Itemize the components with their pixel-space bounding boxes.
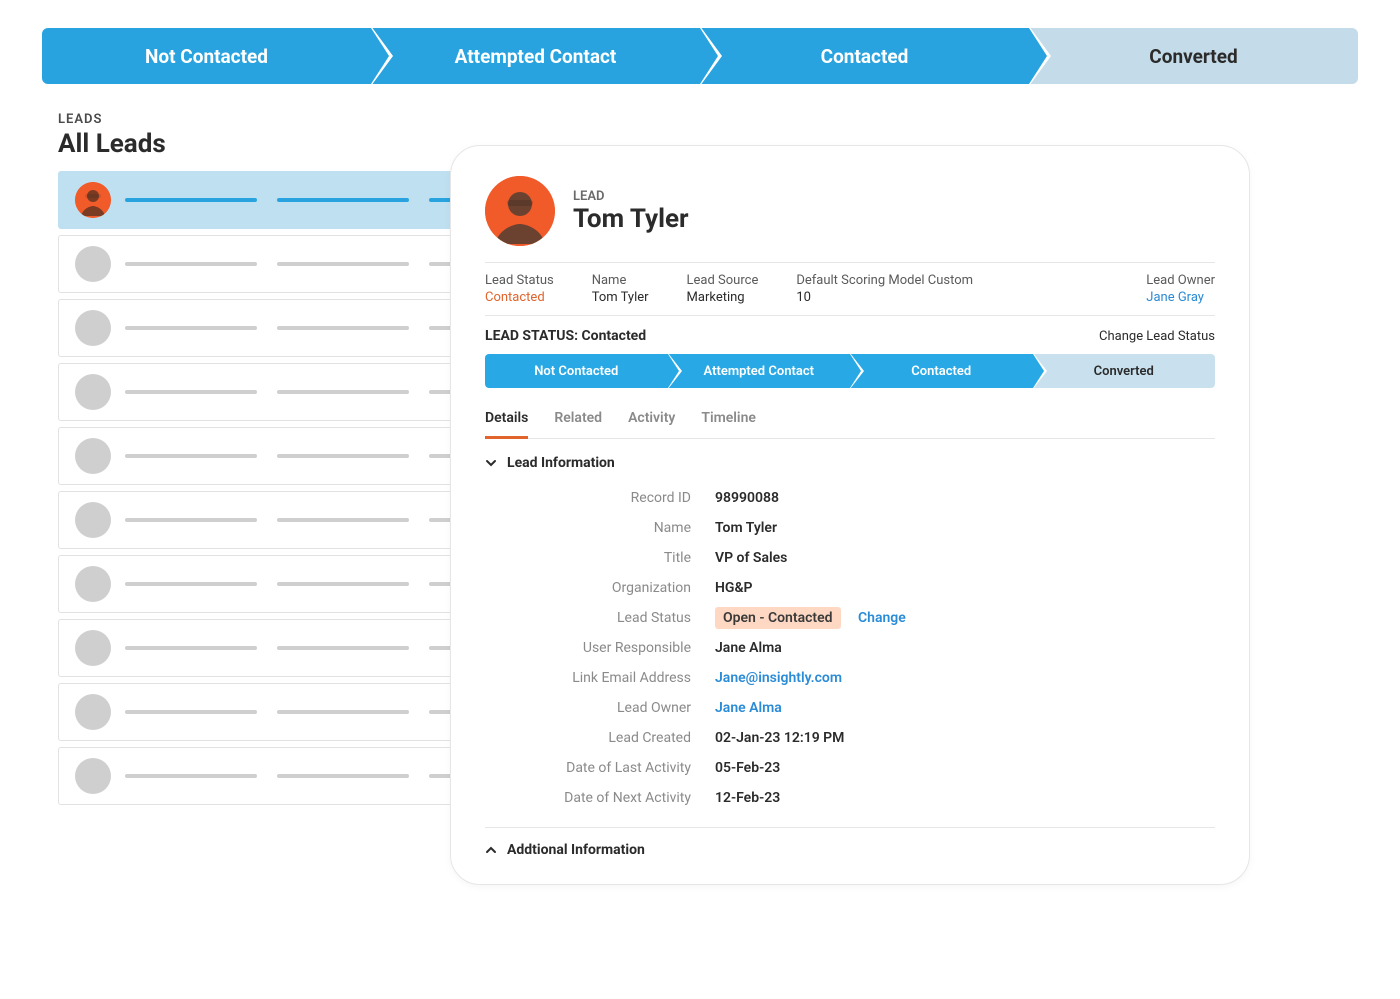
card-lead-name: Tom Tyler bbox=[573, 204, 689, 234]
field-label-name: Name bbox=[485, 520, 715, 536]
field-label-email: Link Email Address bbox=[485, 670, 715, 686]
chevron-up-icon bbox=[485, 844, 497, 856]
summary-source-value: Marketing bbox=[687, 290, 759, 305]
field-label-record-id: Record ID bbox=[485, 490, 715, 506]
change-lead-status-link[interactable]: Change Lead Status bbox=[1099, 329, 1215, 344]
tabs: Details Related Activity Timeline bbox=[485, 404, 1215, 439]
avatar-placeholder bbox=[75, 502, 111, 538]
summary-scoring-label: Default Scoring Model Custom bbox=[796, 273, 973, 288]
avatar-placeholder bbox=[75, 758, 111, 794]
summary-lead-status-label: Lead Status bbox=[485, 273, 554, 288]
change-status-link[interactable]: Change bbox=[858, 610, 906, 626]
field-value-owner[interactable]: Jane Alma bbox=[715, 700, 782, 716]
avatar-placeholder bbox=[75, 246, 111, 282]
summary-scoring-value: 10 bbox=[796, 290, 973, 305]
field-label-created: Lead Created bbox=[485, 730, 715, 746]
mini-step-contacted[interactable]: Contacted bbox=[850, 354, 1033, 388]
divider bbox=[485, 827, 1215, 828]
avatar-placeholder bbox=[75, 438, 111, 474]
mini-step-not-contacted[interactable]: Not Contacted bbox=[485, 354, 668, 388]
avatar-placeholder bbox=[75, 630, 111, 666]
tab-activity[interactable]: Activity bbox=[628, 404, 675, 438]
card-eyebrow: LEAD bbox=[573, 189, 689, 204]
summary-owner-label: Lead Owner bbox=[1146, 273, 1215, 288]
field-value-organization: HG&P bbox=[715, 580, 753, 596]
pipeline-step-attempted[interactable]: Attempted Contact bbox=[371, 28, 700, 84]
field-label-next-activity: Date of Next Activity bbox=[485, 790, 715, 806]
card-header: LEAD Tom Tyler bbox=[485, 176, 1215, 246]
section-additional-information[interactable]: Addtional Information bbox=[485, 842, 1215, 862]
section-additional-information-label: Addtional Information bbox=[507, 842, 645, 858]
lead-detail-card: LEAD Tom Tyler Lead Status Contacted Nam… bbox=[450, 145, 1250, 885]
field-label-last-activity: Date of Last Activity bbox=[485, 760, 715, 776]
field-value-last-activity: 05-Feb-23 bbox=[715, 760, 780, 776]
summary-lead-status-value: Contacted bbox=[485, 290, 554, 305]
field-label-owner: Lead Owner bbox=[485, 700, 715, 716]
field-value-created: 02-Jan-23 12:19 PM bbox=[715, 730, 844, 746]
section-lead-information-label: Lead Information bbox=[507, 455, 615, 471]
mini-step-attempted[interactable]: Attempted Contact bbox=[668, 354, 851, 388]
field-value-lead-status: Open - Contacted Change bbox=[715, 610, 906, 626]
avatar-placeholder bbox=[75, 374, 111, 410]
chevron-down-icon bbox=[485, 457, 497, 469]
summary-name-value: Tom Tyler bbox=[592, 290, 649, 305]
field-value-name: Tom Tyler bbox=[715, 520, 777, 536]
mini-pipeline: Not Contacted Attempted Contact Contacte… bbox=[485, 354, 1215, 388]
avatar bbox=[75, 182, 111, 218]
field-value-title: VP of Sales bbox=[715, 550, 787, 566]
leads-eyebrow: LEADS bbox=[58, 112, 578, 127]
lead-status-heading: LEAD STATUS: Contacted bbox=[485, 328, 646, 344]
tab-timeline[interactable]: Timeline bbox=[701, 404, 756, 438]
avatar-placeholder bbox=[75, 310, 111, 346]
section-lead-information[interactable]: Lead Information bbox=[485, 455, 1215, 471]
field-value-email[interactable]: Jane@insightly.com bbox=[715, 670, 842, 686]
avatar bbox=[485, 176, 555, 246]
summary-name-label: Name bbox=[592, 273, 649, 288]
summary-row: Lead Status Contacted Name Tom Tyler Lea… bbox=[485, 262, 1215, 315]
pipeline-step-contacted[interactable]: Contacted bbox=[700, 28, 1029, 84]
summary-source-label: Lead Source bbox=[687, 273, 759, 288]
field-label-title: Title bbox=[485, 550, 715, 566]
tab-details[interactable]: Details bbox=[485, 404, 528, 439]
pipeline-step-not-contacted[interactable]: Not Contacted bbox=[42, 28, 371, 84]
summary-owner-value[interactable]: Jane Gray bbox=[1146, 290, 1215, 305]
field-value-record-id: 98990088 bbox=[715, 490, 779, 506]
mini-step-converted[interactable]: Converted bbox=[1033, 354, 1216, 388]
field-label-user-responsible: User Responsible bbox=[485, 640, 715, 656]
pipeline-step-converted[interactable]: Converted bbox=[1029, 28, 1358, 84]
pipeline-global: Not Contacted Attempted Contact Contacte… bbox=[42, 28, 1358, 84]
status-row: LEAD STATUS: Contacted Change Lead Statu… bbox=[485, 315, 1215, 354]
field-value-user-responsible: Jane Alma bbox=[715, 640, 782, 656]
status-badge: Open - Contacted bbox=[715, 607, 841, 629]
tab-related[interactable]: Related bbox=[554, 404, 602, 438]
lead-info-table: Record ID98990088 NameTom Tyler TitleVP … bbox=[485, 483, 1215, 827]
field-label-lead-status: Lead Status bbox=[485, 610, 715, 626]
avatar-placeholder bbox=[75, 694, 111, 730]
field-value-next-activity: 12-Feb-23 bbox=[715, 790, 780, 806]
field-label-organization: Organization bbox=[485, 580, 715, 596]
avatar-placeholder bbox=[75, 566, 111, 602]
